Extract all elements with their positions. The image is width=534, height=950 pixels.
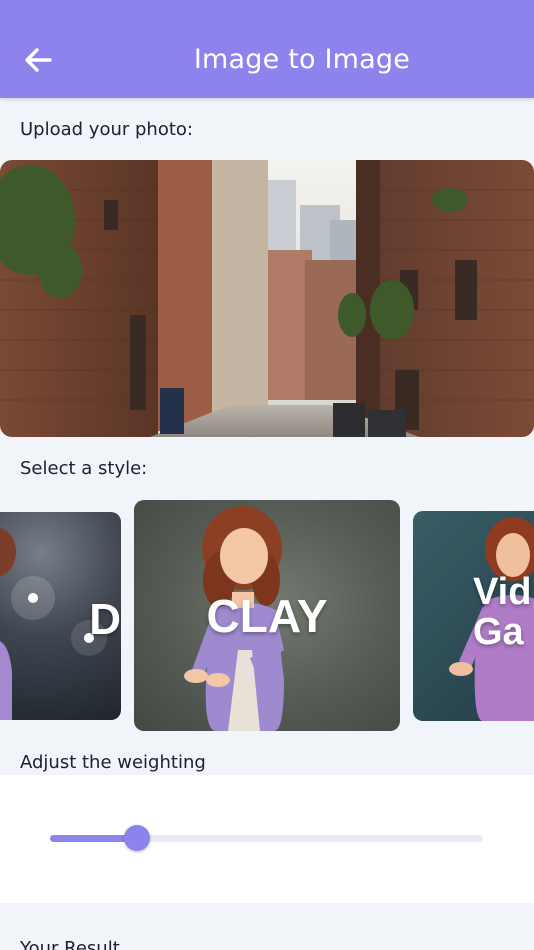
weighting-slider-thumb[interactable] — [124, 825, 150, 851]
uploaded-photo[interactable] — [0, 160, 534, 437]
result-label: Your Result — [20, 938, 120, 950]
style-card-label: Vid Ga — [473, 571, 532, 653]
style-card-label: D — [89, 595, 121, 644]
style-card-label: CLAY — [206, 590, 328, 642]
page-title: Image to Image — [193, 44, 411, 75]
weighting-label: Adjust the weighting — [20, 752, 206, 773]
arrow-left-icon — [24, 47, 52, 77]
back-button[interactable] — [18, 44, 58, 80]
style-card[interactable]: Vid Ga — [413, 511, 534, 721]
weighting-panel — [0, 775, 534, 903]
style-label: Select a style: — [20, 458, 148, 479]
style-card-selected[interactable]: CLAY — [134, 500, 400, 731]
app-bar: Image to Image — [0, 0, 534, 98]
weighting-slider-track[interactable] — [50, 835, 483, 842]
upload-label: Upload your photo: — [20, 119, 193, 140]
style-card[interactable]: D — [0, 512, 121, 720]
